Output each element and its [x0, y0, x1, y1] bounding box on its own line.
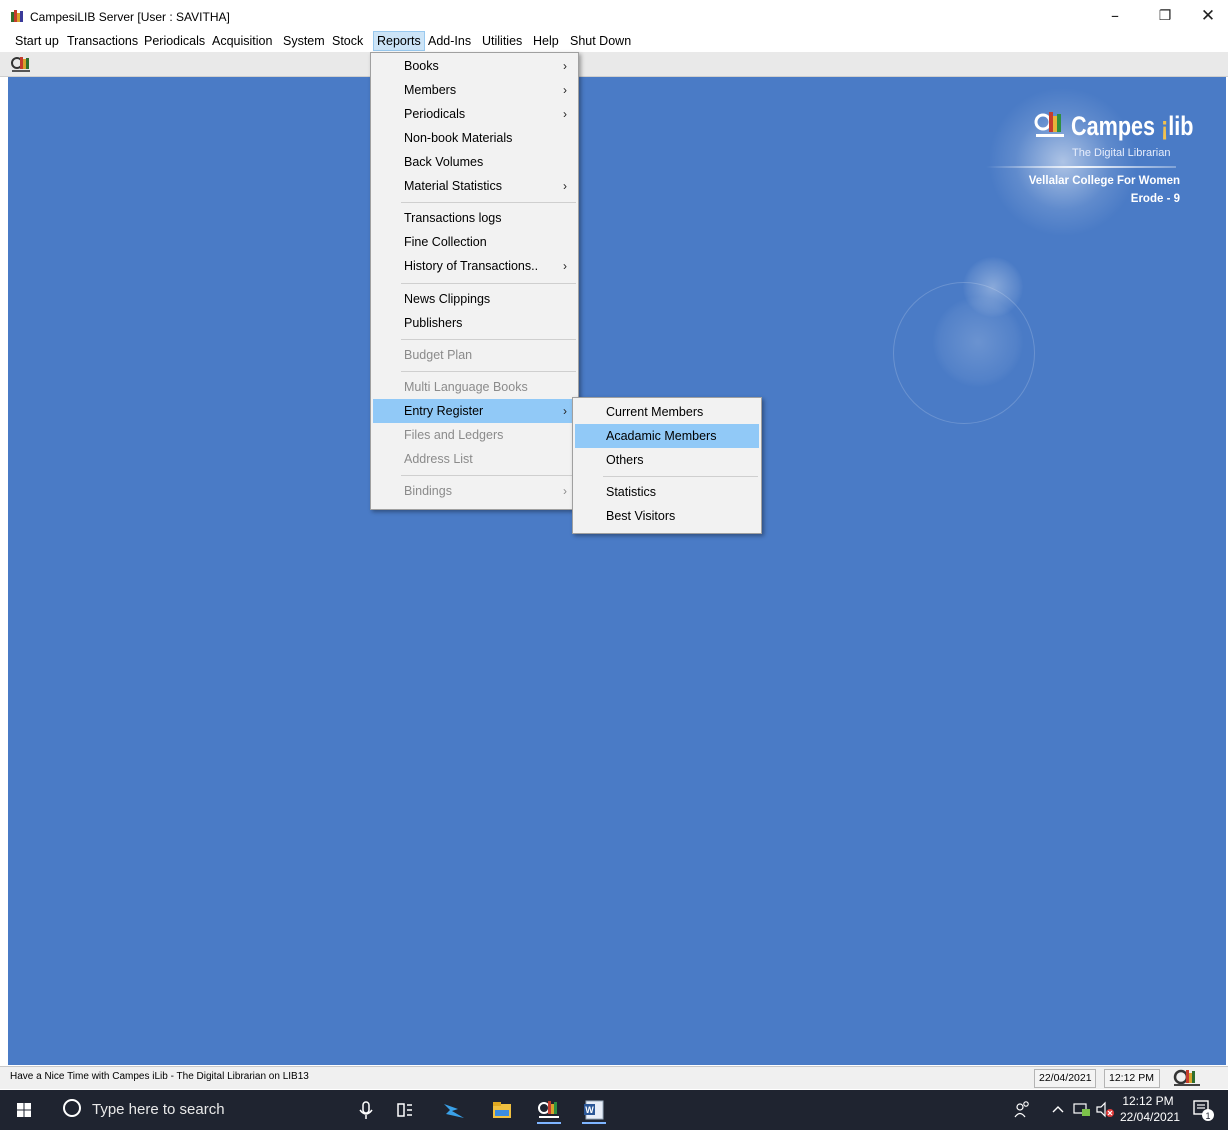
menu-separator [401, 283, 576, 284]
menu-utilities[interactable]: Utilities [479, 32, 525, 50]
close-button[interactable]: ✕ [1188, 2, 1228, 30]
menu-bar: Start up Transactions Periodicals Acquis… [0, 30, 1228, 52]
menu-acquisition[interactable]: Acquisition [209, 32, 275, 50]
menu-system[interactable]: System [280, 32, 328, 50]
brand-tagline: The Digital Librarian [1072, 147, 1171, 159]
task-view-icon[interactable] [390, 1096, 418, 1124]
campes-logo-icon [1034, 112, 1064, 137]
brand-name: Campes ¡lib [1071, 111, 1194, 141]
menu-item-fine-collection[interactable]: Fine Collection [373, 230, 576, 254]
notification-count: 1 [1205, 1111, 1210, 1121]
flare-line [986, 166, 1176, 168]
taskbar-search-input[interactable]: Type here to search [92, 1101, 225, 1118]
maximize-button[interactable]: ❐ [1145, 2, 1185, 30]
menu-help[interactable]: Help [530, 32, 562, 50]
campes-status-icon [1173, 1069, 1200, 1086]
menu-item-news-clippings[interactable]: News Clippings [373, 287, 576, 311]
menu-periodicals[interactable]: Periodicals [141, 32, 208, 50]
chevron-up-icon[interactable] [1050, 1100, 1066, 1118]
people-icon[interactable] [1012, 1098, 1032, 1120]
college-name: Vellalar College For Women [1028, 175, 1180, 187]
menu-start-up[interactable]: Start up [12, 32, 62, 50]
toolbar [0, 52, 1228, 77]
menu-reports[interactable]: Reports [373, 31, 425, 51]
college-city: Erode - 9 [1130, 193, 1180, 205]
reports-menu: Books › Members › Periodicals › Non-book Ma… [370, 52, 579, 510]
menu-item-periodicals[interactable]: Periodicals › [373, 102, 576, 126]
menu-add-ins[interactable]: Add-Ins [425, 32, 474, 50]
status-date: 22/04/2021 [1034, 1069, 1096, 1088]
menu-item-address-list[interactable]: Address List [373, 447, 576, 471]
menu-item-back-volumes[interactable]: Back Volumes [373, 150, 576, 174]
menu-item-material-statistics[interactable]: Material Statistics › [373, 174, 576, 198]
word-icon[interactable]: W [580, 1096, 608, 1124]
campes-taskbar-icon[interactable] [535, 1096, 563, 1124]
svg-text:W: W [585, 1105, 594, 1115]
submenu-item-current-members[interactable]: Current Members [575, 400, 759, 424]
title-bar: CampesiLIB Server [User : SAVITHA] – ❐ ✕ [0, 0, 1228, 32]
menu-item-books[interactable]: Books › [373, 54, 576, 78]
submenu-item-acadamic-members[interactable]: Acadamic Members [575, 424, 759, 448]
menu-item-bindings[interactable]: Bindings › [373, 479, 576, 503]
submenu-item-best-visitors[interactable]: Best Visitors [575, 504, 759, 528]
menu-item-files-and-ledgers[interactable]: Files and Ledgers [373, 423, 576, 447]
file-explorer-icon[interactable] [488, 1096, 516, 1124]
menu-shut-down[interactable]: Shut Down [567, 32, 634, 50]
notifications-icon[interactable]: 1 [1190, 1097, 1216, 1123]
menu-item-non-book-materials[interactable]: Non-book Materials [373, 126, 576, 150]
volume-muted-icon[interactable] [1095, 1100, 1115, 1120]
status-bar: Have a Nice Time with Campes iLib - The … [0, 1066, 1228, 1089]
menu-item-history-of-transactions[interactable]: History of Transactions.. › [373, 254, 576, 278]
campes-toolbar-icon[interactable] [10, 55, 32, 73]
menu-item-entry-register[interactable]: Entry Register › [373, 399, 576, 423]
menu-item-members[interactable]: Members › [373, 78, 576, 102]
submenu-item-statistics[interactable]: Statistics [575, 480, 759, 504]
menu-item-publishers[interactable]: Publishers [373, 311, 576, 335]
menu-item-multi-language-books[interactable]: Multi Language Books [373, 375, 576, 399]
windows-start-icon[interactable] [0, 1090, 48, 1130]
mdi-desktop: Campes ¡lib The Digital Librarian Vellal… [8, 77, 1226, 1065]
file-explorer-arrow-icon[interactable] [440, 1096, 468, 1124]
menu-separator [603, 476, 758, 477]
menu-separator [401, 202, 576, 203]
menu-item-budget-plan[interactable]: Budget Plan [373, 343, 576, 367]
minimize-button[interactable]: – [1095, 2, 1135, 30]
submenu-item-others[interactable]: Others [575, 448, 759, 472]
menu-separator [401, 339, 576, 340]
network-icon[interactable] [1072, 1100, 1092, 1120]
campes-app-icon [11, 10, 23, 22]
taskbar-date: 22/04/2021 [1120, 1110, 1181, 1124]
windows-taskbar: Type here to search W 12:12 PM 22/04/202… [0, 1090, 1228, 1130]
window-title: CampesiLIB Server [User : SAVITHA] [30, 10, 230, 24]
microphone-icon[interactable] [352, 1096, 380, 1124]
menu-transactions[interactable]: Transactions [64, 32, 141, 50]
taskbar-time: 12:12 PM [1122, 1094, 1174, 1108]
taskbar-clock[interactable]: 12:12 PM 22/04/2021 [1120, 1093, 1181, 1125]
menu-separator [401, 371, 576, 372]
menu-separator [401, 475, 576, 476]
entry-register-submenu: Current Members Acadamic Members Others … [572, 397, 762, 534]
status-time: 12:12 PM [1104, 1069, 1160, 1088]
menu-stock[interactable]: Stock [329, 32, 366, 50]
status-message: Have a Nice Time with Campes iLib - The … [10, 1071, 309, 1082]
cortana-icon[interactable] [63, 1099, 81, 1117]
menu-item-transactions-logs[interactable]: Transactions logs [373, 206, 576, 230]
lens-flare-ring [893, 282, 1035, 424]
